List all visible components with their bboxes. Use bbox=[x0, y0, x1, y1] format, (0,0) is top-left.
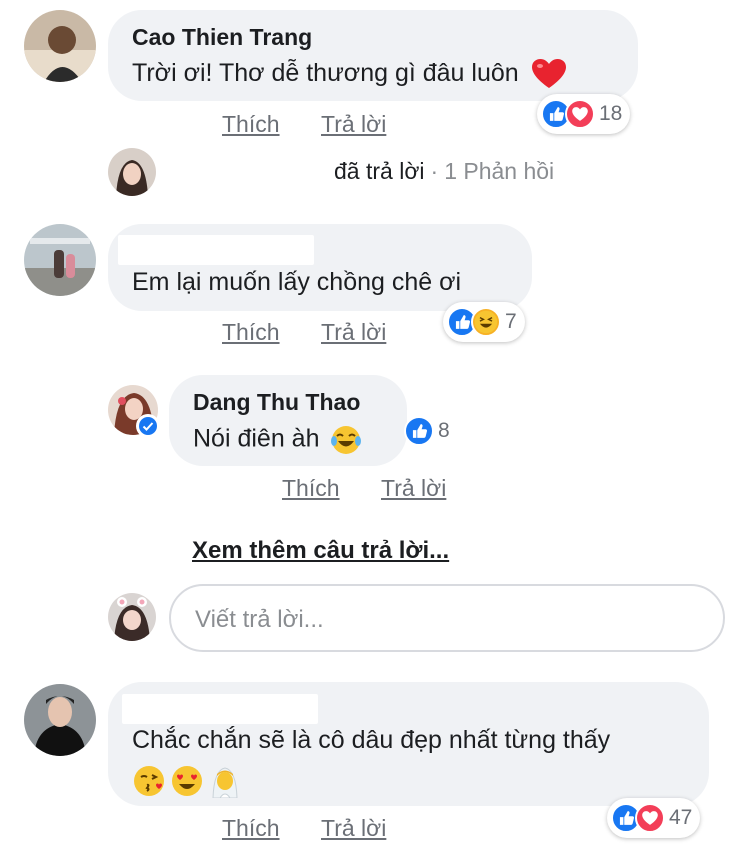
hidden-author-name bbox=[122, 694, 318, 724]
kissing-heart-icon bbox=[132, 764, 166, 798]
reply-input-placeholder: Viết trả lời... bbox=[195, 606, 324, 633]
heart-eyes-icon bbox=[170, 764, 204, 798]
reaction-summary[interactable]: 7 bbox=[443, 302, 525, 342]
comment-text-content: Trời ơi! Thơ dễ thương gì đâu luôn bbox=[132, 59, 519, 87]
reply-summary-action: đã trả lời bbox=[334, 158, 425, 184]
avatar-cao-thien-trang[interactable] bbox=[24, 10, 96, 82]
comment-text: Trời ơi! Thơ dễ thương gì đâu luôn bbox=[132, 59, 566, 89]
hidden-replier-name bbox=[170, 158, 330, 188]
verified-badge-icon bbox=[136, 414, 160, 438]
separator-dot: · bbox=[430, 158, 439, 184]
like-link[interactable]: Thích bbox=[222, 815, 280, 842]
comment-author[interactable]: Cao Thien Trang bbox=[132, 24, 312, 51]
red-heart-icon bbox=[531, 59, 566, 89]
avatar-commenter-3[interactable] bbox=[24, 684, 96, 756]
like-reaction-icon bbox=[404, 416, 434, 446]
see-more-replies-link[interactable]: Xem thêm câu trả lời... bbox=[192, 537, 449, 565]
reaction-summary[interactable]: 47 bbox=[607, 798, 701, 838]
reaction-summary[interactable]: 18 bbox=[537, 94, 631, 134]
avatar-commenter-2[interactable] bbox=[24, 224, 96, 296]
reaction-count: 18 bbox=[599, 102, 623, 125]
reply-text-content: Nói điên àh bbox=[193, 424, 320, 453]
reply-count: 1 Phản hồi bbox=[444, 158, 555, 184]
reply-link[interactable]: Trả lời bbox=[321, 319, 386, 346]
reaction-count: 8 bbox=[438, 419, 450, 442]
reply-link[interactable]: Trả lời bbox=[321, 111, 386, 138]
love-reaction-icon bbox=[635, 803, 665, 833]
reply-link[interactable]: Trả lời bbox=[321, 815, 386, 842]
reaction-count: 7 bbox=[505, 310, 517, 333]
reply-input[interactable]: Viết trả lời... bbox=[169, 584, 725, 652]
reply-summary[interactable]: đã trả lời · 1 Phản hồi bbox=[334, 158, 554, 185]
comment-text: Em lại muốn lấy chồng chê ơi bbox=[132, 268, 462, 296]
avatar-current-user[interactable] bbox=[108, 593, 156, 641]
love-reaction-icon bbox=[565, 99, 595, 129]
haha-reaction-icon bbox=[471, 307, 501, 337]
avatar-replier[interactable] bbox=[108, 148, 156, 196]
reaction-count: 47 bbox=[669, 806, 693, 829]
bride-icon bbox=[208, 764, 242, 798]
reply-link[interactable]: Trả lời bbox=[381, 475, 446, 502]
comment-emoji-line bbox=[132, 764, 242, 798]
reply-author[interactable]: Dang Thu Thao bbox=[193, 389, 360, 416]
hidden-author-name bbox=[118, 235, 314, 265]
like-link[interactable]: Thích bbox=[222, 319, 280, 346]
reply-text: Nói điên àh bbox=[193, 424, 362, 456]
comment-text: Chắc chắn sẽ là cô dâu đẹp nhất từng thấ… bbox=[132, 726, 611, 754]
tears-of-joy-icon bbox=[330, 424, 362, 456]
like-link[interactable]: Thích bbox=[222, 111, 280, 138]
like-link[interactable]: Thích bbox=[282, 475, 340, 502]
reaction-summary[interactable]: 8 bbox=[400, 411, 458, 451]
